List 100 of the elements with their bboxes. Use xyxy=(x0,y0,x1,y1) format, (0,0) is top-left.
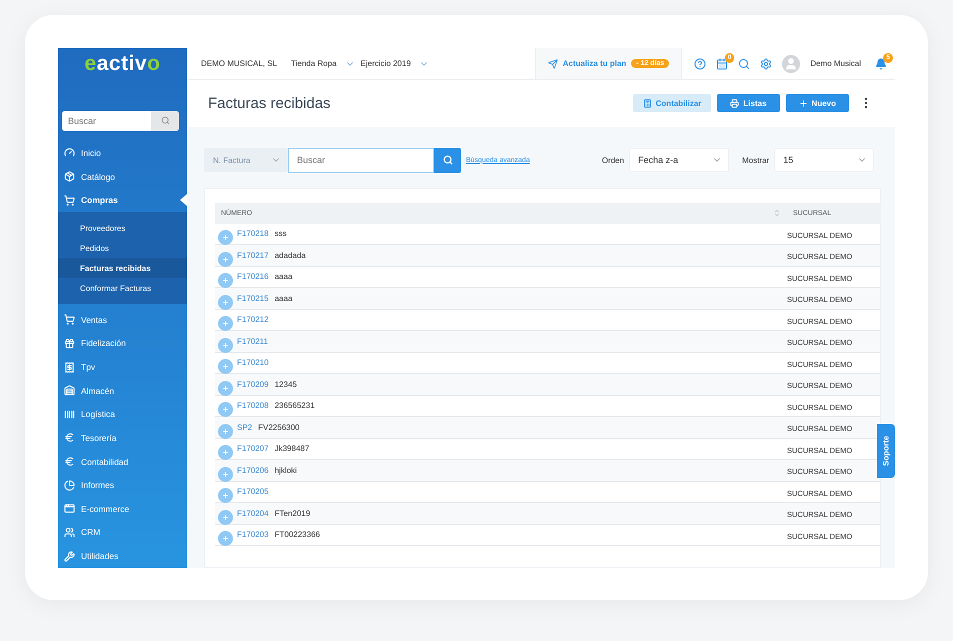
package-icon xyxy=(64,171,75,182)
invoice-number-link[interactable]: F170218 xyxy=(237,229,269,238)
expand-row-button[interactable] xyxy=(218,424,233,439)
plus-icon xyxy=(222,428,229,435)
invoice-number-link[interactable]: F170211 xyxy=(237,336,268,346)
expand-row-button[interactable] xyxy=(218,294,233,310)
wrench-icon xyxy=(64,550,75,562)
plus-icon xyxy=(222,277,229,284)
table-cell: 12345 xyxy=(274,380,297,389)
sidebar-item[interactable]: Ventas xyxy=(58,308,187,332)
browser-window-icon xyxy=(64,503,75,514)
invoice-number-link[interactable]: F170215 xyxy=(237,294,269,303)
expand-row-button[interactable] xyxy=(218,273,233,288)
expand-row-button[interactable] xyxy=(218,402,233,418)
bell-icon[interactable] xyxy=(875,58,887,70)
expand-row-button[interactable] xyxy=(218,252,233,267)
invoice-number-link[interactable]: F170209 xyxy=(237,380,269,389)
expand-row-button[interactable] xyxy=(218,531,233,546)
action-button[interactable]: Nuevo xyxy=(786,94,849,112)
sidebar-item[interactable]: Tesorería xyxy=(58,426,187,450)
support-tab[interactable]: Soporte xyxy=(877,424,895,478)
sidebar-item[interactable]: Utilidades xyxy=(58,544,187,568)
sidebar-item[interactable]: E-commerce xyxy=(58,497,187,521)
pie-chart-icon xyxy=(64,480,75,491)
invoice-number-link[interactable]: SP2 xyxy=(237,422,252,432)
table-cell: aaaa xyxy=(274,294,292,303)
sidebar-item[interactable]: CRM xyxy=(58,520,187,544)
sidebar-search-field[interactable]: Buscar xyxy=(62,110,179,132)
plus-icon xyxy=(222,234,229,242)
year-selector[interactable]: Ejercicio 2019 xyxy=(360,59,411,68)
expand-row-button[interactable] xyxy=(218,316,233,332)
plus-icon xyxy=(222,492,229,500)
cart-icon xyxy=(64,194,75,206)
plus-icon xyxy=(222,384,229,392)
expand-row-button[interactable] xyxy=(218,510,233,525)
table-cell: 236565231 xyxy=(274,401,315,410)
logo: eactivo xyxy=(84,50,162,77)
invoice-number-link[interactable]: F170203 xyxy=(237,530,269,540)
settings-icon[interactable] xyxy=(760,58,772,70)
search-icon[interactable] xyxy=(738,58,750,70)
page-size-dropdown[interactable]: 15 xyxy=(774,148,874,172)
euro-icon xyxy=(64,432,75,444)
euro-icon xyxy=(64,456,75,468)
invoice-number-link[interactable]: F170207 xyxy=(237,444,269,454)
sidebar-item[interactable]: Informes xyxy=(58,473,187,498)
order-dropdown[interactable]: Fecha z-a xyxy=(629,148,730,172)
invoice-number-link[interactable]: F170210 xyxy=(237,358,269,368)
invoice-number-link[interactable]: F170216 xyxy=(237,272,269,282)
invoice-number-link[interactable]: F170204 xyxy=(237,508,269,518)
action-button[interactable]: Listas xyxy=(717,94,780,112)
table-cell: FTen2019 xyxy=(274,508,310,518)
expand-row-button[interactable] xyxy=(218,466,233,482)
action-button[interactable]: Contabilizar xyxy=(632,94,712,112)
expand-row-button[interactable] xyxy=(218,359,233,374)
submenu-item[interactable]: Pedidos xyxy=(58,238,187,258)
sort-icon[interactable] xyxy=(773,209,781,217)
order-label: Orden xyxy=(602,156,624,164)
show-label: Mostrar xyxy=(742,156,770,164)
sidebar-item[interactable]: Tpv xyxy=(58,355,187,379)
search-field[interactable]: Buscar xyxy=(288,148,434,172)
submenu-item[interactable]: Proveedores xyxy=(58,218,187,238)
invoice-number-link[interactable]: F170206 xyxy=(237,466,269,475)
printer-icon xyxy=(730,98,740,108)
plus-icon xyxy=(798,98,808,108)
search-button[interactable] xyxy=(434,148,461,172)
field-dropdown[interactable]: N. Factura xyxy=(204,148,288,172)
upgrade-plan-link[interactable]: Actualiza tu plan xyxy=(562,59,626,68)
sidebar-item[interactable]: Contabilidad xyxy=(58,450,187,474)
expand-row-button[interactable] xyxy=(218,338,233,353)
plus-icon xyxy=(222,449,229,456)
submenu-item[interactable]: Conformar Facturas xyxy=(58,278,187,298)
avatar[interactable] xyxy=(782,54,800,72)
cart-icon xyxy=(64,314,75,326)
search-button[interactable] xyxy=(151,110,179,132)
expand-row-button[interactable] xyxy=(218,380,233,396)
sidebar-item[interactable]: Fidelización xyxy=(58,332,187,356)
invoice-number-link[interactable]: F170212 xyxy=(237,315,269,324)
user-name[interactable]: Demo Musical xyxy=(810,59,861,68)
plus-icon xyxy=(222,535,229,542)
sidebar-item[interactable]: Inicio xyxy=(58,141,187,165)
invoice-number-link[interactable]: F170208 xyxy=(237,401,269,410)
calendar-icon[interactable] xyxy=(716,58,728,70)
sidebar-item[interactable]: Logística xyxy=(58,402,187,426)
expand-row-button[interactable] xyxy=(218,230,233,246)
store-selector[interactable]: Tienda Ropa xyxy=(291,59,337,68)
submenu-item[interactable]: Facturas recibidas xyxy=(58,258,187,278)
company-name: DEMO MUSICAL, SL xyxy=(201,59,278,68)
expand-row-button[interactable] xyxy=(218,488,233,504)
search-icon xyxy=(442,155,452,165)
expand-row-button[interactable] xyxy=(218,445,233,460)
warehouse-icon xyxy=(64,385,75,396)
invoice-number-link[interactable]: F170217 xyxy=(237,250,269,260)
invoice-number-link[interactable]: F170205 xyxy=(237,487,269,496)
calculator-icon xyxy=(642,98,652,108)
sidebar-item[interactable]: Catálogo xyxy=(58,164,187,188)
help-icon[interactable] xyxy=(694,58,706,70)
sidebar-item[interactable]: Almacén xyxy=(58,378,187,403)
plus-icon xyxy=(222,363,229,370)
plus-icon xyxy=(222,320,229,328)
table-cell: FT00223366 xyxy=(274,530,320,540)
